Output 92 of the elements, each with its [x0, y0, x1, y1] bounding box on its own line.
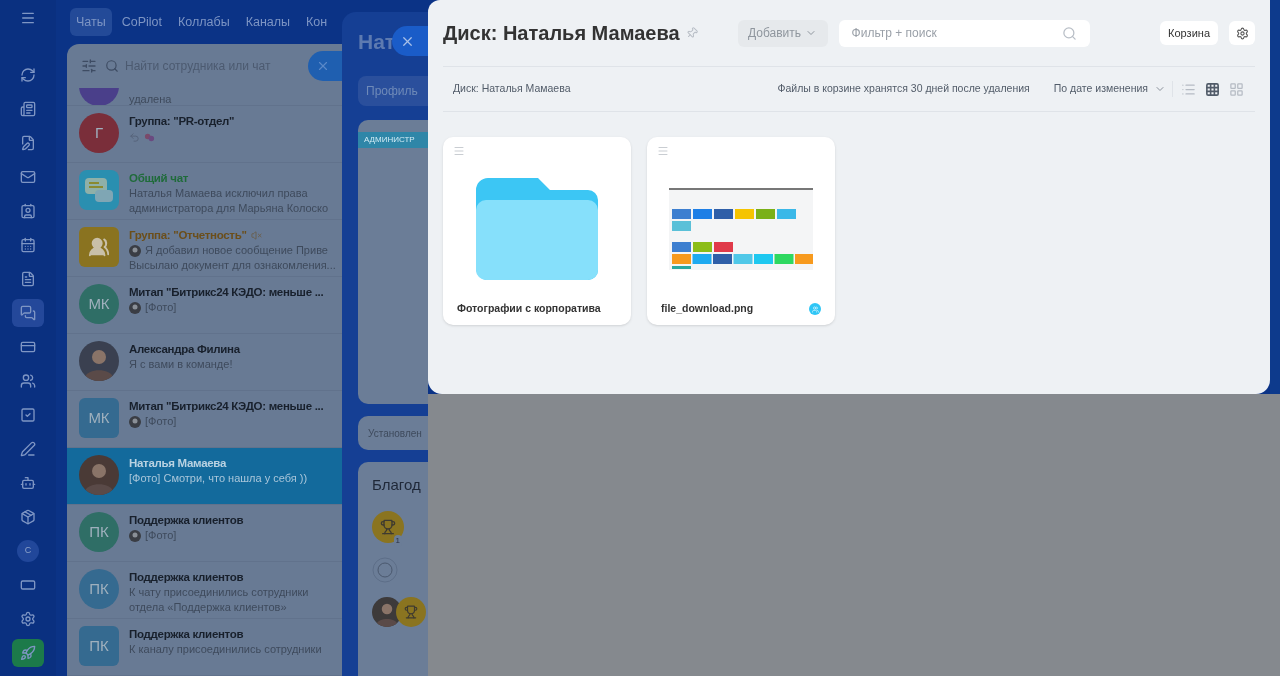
avatar: ПК: [79, 626, 119, 666]
top-tab[interactable]: Чаты: [70, 7, 112, 37]
user-avatar[interactable]: С: [17, 540, 39, 562]
chat-preview: К чату присоединились сотрудники: [129, 585, 309, 600]
chat-title: Александра Филина: [129, 342, 240, 357]
file-card[interactable]: Фотографии с корпоратива: [443, 137, 631, 325]
file-name: Фотографии с корпоратива: [457, 301, 601, 317]
calendar-icon: [20, 237, 36, 253]
checkbox-icon: [20, 407, 36, 423]
search-icon: [1061, 25, 1077, 41]
thanks-title: Благод: [372, 475, 422, 495]
folder-icon: [476, 178, 598, 281]
users-icon: [20, 373, 36, 389]
mail-icon: [20, 169, 36, 185]
file-card[interactable]: file_download.png: [647, 137, 835, 325]
chat-item[interactable]: Наталья Мамаева [Фото] Смотри, что нашла у себя )): [67, 448, 342, 505]
menu-icon: [20, 10, 36, 26]
bar-icon: [20, 577, 36, 593]
trophy-icon: [380, 518, 396, 535]
chat-preview: удалена: [129, 92, 172, 105]
close-button[interactable]: [392, 26, 428, 56]
top-tab[interactable]: Коллабы: [172, 7, 236, 37]
grid-view-button[interactable]: [1203, 80, 1221, 98]
document-icon: [20, 271, 36, 287]
chat-item[interactable]: МК Митап "Битрикс24 КЭДО: меньше ... [Фото]: [67, 277, 342, 334]
avatar: МК: [79, 284, 119, 324]
breadcrumb[interactable]: Диск: Наталья Мамаева: [453, 81, 571, 97]
chat-preview: Я добавил новое сообщение Приве: [145, 243, 328, 258]
chat-title: Митап "Битрикс24 КЭДО: меньше ...: [129, 399, 324, 414]
chat-preview: [Фото]: [145, 300, 177, 315]
refresh-icon: [20, 67, 36, 83]
search-icon: [105, 59, 119, 73]
chat-preview: [Фото]: [145, 414, 177, 429]
role-badge: АДМИНИСТР: [358, 132, 428, 148]
chat-preview: [Фото]: [145, 528, 177, 543]
newspaper-icon: [20, 101, 36, 117]
settings-button[interactable]: [1229, 21, 1255, 45]
sort-dropdown[interactable]: По дате изменения: [1053, 81, 1173, 97]
status-text: Установлен: [368, 426, 422, 441]
chat-title: Группа: "Отчетность": [129, 228, 247, 243]
chat-title: Поддержка клиентов: [129, 570, 244, 585]
card-icon: [20, 339, 36, 355]
chat-preview: К каналу присоединились сотрудники: [129, 642, 322, 657]
settings-icon: [20, 611, 36, 627]
avatar: Г: [79, 113, 119, 153]
chat-item[interactable]: удалена: [67, 88, 342, 106]
trash-button[interactable]: Корзина: [1160, 21, 1218, 45]
chat-title: Наталья Мамаева: [129, 456, 227, 471]
avatar: ПК: [79, 512, 119, 552]
trophy-icon: [404, 604, 418, 619]
trash-notice: Файлы в корзине хранятся 30 дней после удаления: [777, 81, 1030, 97]
file-name: file_download.png: [661, 301, 754, 317]
profile-title: Нат: [358, 29, 396, 56]
chat-title: Митап "Битрикс24 КЭДО: меньше ...: [129, 285, 324, 300]
rocket-icon: [20, 645, 36, 661]
top-tab[interactable]: CoPilot: [115, 7, 168, 37]
rocket-button[interactable]: [12, 639, 44, 667]
tiles-view-button[interactable]: [1227, 80, 1245, 98]
chat-button[interactable]: [12, 299, 44, 327]
pen-icon: [20, 441, 36, 457]
avatar: ПК: [79, 569, 119, 609]
document-edit-icon: [20, 135, 36, 151]
top-tab[interactable]: Кон: [300, 7, 334, 37]
chat-item[interactable]: Группа: "Отчетность" Я добавил новое сообщение Приве Высылаю документ для ознакомления...: [67, 220, 342, 277]
tiles-view-icon: [1228, 81, 1244, 97]
chat-title: Поддержка клиентов: [129, 627, 244, 642]
box-icon: [20, 509, 36, 525]
chat-preview: Высылаю документ для ознакомления...: [129, 258, 336, 273]
chat-icon: [20, 305, 36, 321]
chat-item[interactable]: ПК Поддержка клиентов К каналу присоединились сотрудники: [67, 619, 342, 676]
robot-icon: [20, 475, 36, 491]
disk-title: Диск: Наталья Мамаева: [443, 21, 680, 46]
top-tab[interactable]: Каналы: [239, 7, 297, 37]
grid-view-icon: [1204, 81, 1220, 97]
chat-item[interactable]: ПК Поддержка клиентов К чату присоединились сотрудники отдела «Поддержка клиентов»: [67, 562, 342, 619]
users-icon: [88, 236, 110, 258]
search-field[interactable]: Фильтр + поиск: [838, 19, 1090, 47]
chat-title: Группа: "PR-отдел": [129, 114, 235, 129]
chat-preview: отдела «Поддержка клиентов»: [129, 600, 288, 615]
chat-title: Поддержка клиентов: [129, 513, 244, 528]
avatar: МК: [79, 398, 119, 438]
profile-tab[interactable]: Профиль: [358, 76, 428, 106]
chat-title: Общий чат: [129, 171, 189, 186]
chat-item[interactable]: ПК Поддержка клиентов [Фото]: [67, 505, 342, 562]
search-placeholder: Фильтр + поиск: [851, 25, 937, 42]
contact-card-icon: [20, 203, 36, 219]
settings-icon: [1235, 26, 1249, 40]
close-icon: [316, 59, 330, 73]
chat-preview: [Фото] Смотри, что нашла у себя )): [129, 471, 308, 486]
list-view-icon: [1180, 81, 1196, 97]
chat-item[interactable]: Г Группа: "PR-отдел": [67, 106, 342, 163]
sticker-icon: [144, 132, 155, 143]
